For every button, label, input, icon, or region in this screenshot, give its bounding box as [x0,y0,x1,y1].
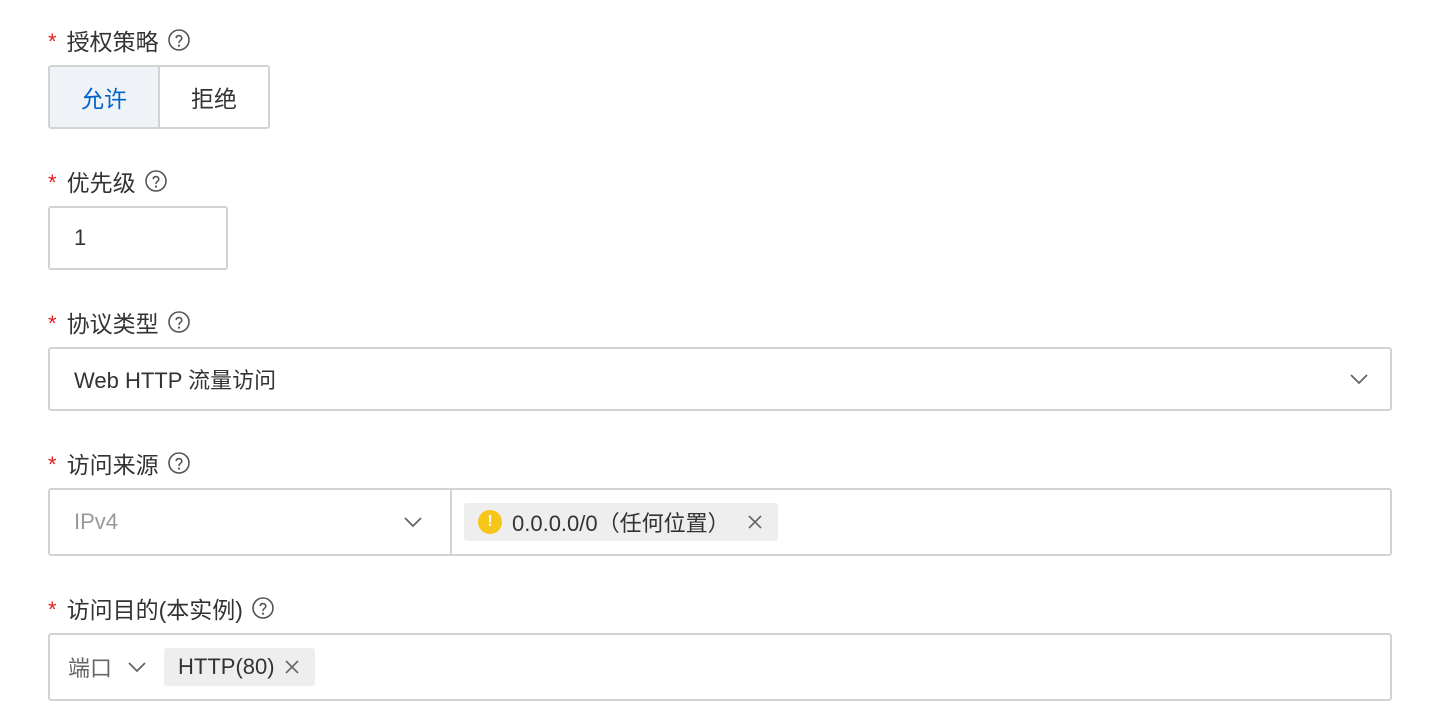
source-tag-text: 0.0.0.0/0（任何位置） [512,511,730,536]
chevron-down-icon [1348,368,1370,390]
policy-deny-button[interactable]: 拒绝 [160,67,268,127]
source-type-value: IPv4 [74,509,119,534]
priority-value: 1 [74,225,87,250]
priority-label: * 优先级 [48,166,168,196]
warning-icon: ! [478,510,502,534]
source-type-select[interactable]: IPv4 [50,490,452,554]
protocol-value: Web HTTP 流量访问 [74,368,277,393]
help-icon[interactable] [167,451,191,475]
source-label-text: 访问来源 [66,452,159,478]
priority-input[interactable]: 1 [48,206,228,270]
protocol-label: * 协议类型 [48,307,191,337]
chevron-down-icon [126,656,148,678]
required-mark: * [48,170,57,195]
policy-label-text: 授权策略 [66,29,159,55]
help-icon[interactable] [144,169,168,193]
policy-segmented-control: 允许 拒绝 [48,65,270,129]
destination-label: * 访问目的(本实例) [48,593,275,623]
close-icon[interactable] [283,658,301,676]
priority-label-text: 优先级 [66,170,136,196]
protocol-label-text: 协议类型 [66,311,159,337]
close-icon[interactable] [746,513,764,531]
required-mark: * [48,597,57,622]
required-mark: * [48,311,57,336]
protocol-select[interactable]: Web HTTP 流量访问 [48,347,1392,411]
help-icon[interactable] [167,310,191,334]
destination-type-select[interactable]: 端口 [68,651,148,683]
source-field: IPv4 ! 0.0.0.0/0（任何位置） [48,488,1392,556]
policy-allow-button[interactable]: 允许 [50,67,160,127]
source-tag-input[interactable]: ! 0.0.0.0/0（任何位置） [452,490,1390,554]
required-mark: * [48,452,57,477]
source-label: * 访问来源 [48,448,191,478]
destination-tag-text: HTTP(80) [178,654,275,679]
destination-type-value: 端口 [68,656,113,681]
destination-field[interactable]: 端口 HTTP(80) [48,633,1392,701]
destination-tag: HTTP(80) [164,648,315,686]
policy-label: * 授权策略 [48,25,191,55]
destination-label-text: 访问目的(本实例) [66,597,243,623]
help-icon[interactable] [167,28,191,52]
source-tag: ! 0.0.0.0/0（任何位置） [464,503,778,541]
help-icon[interactable] [251,596,275,620]
required-mark: * [48,29,57,54]
chevron-down-icon [402,511,424,533]
